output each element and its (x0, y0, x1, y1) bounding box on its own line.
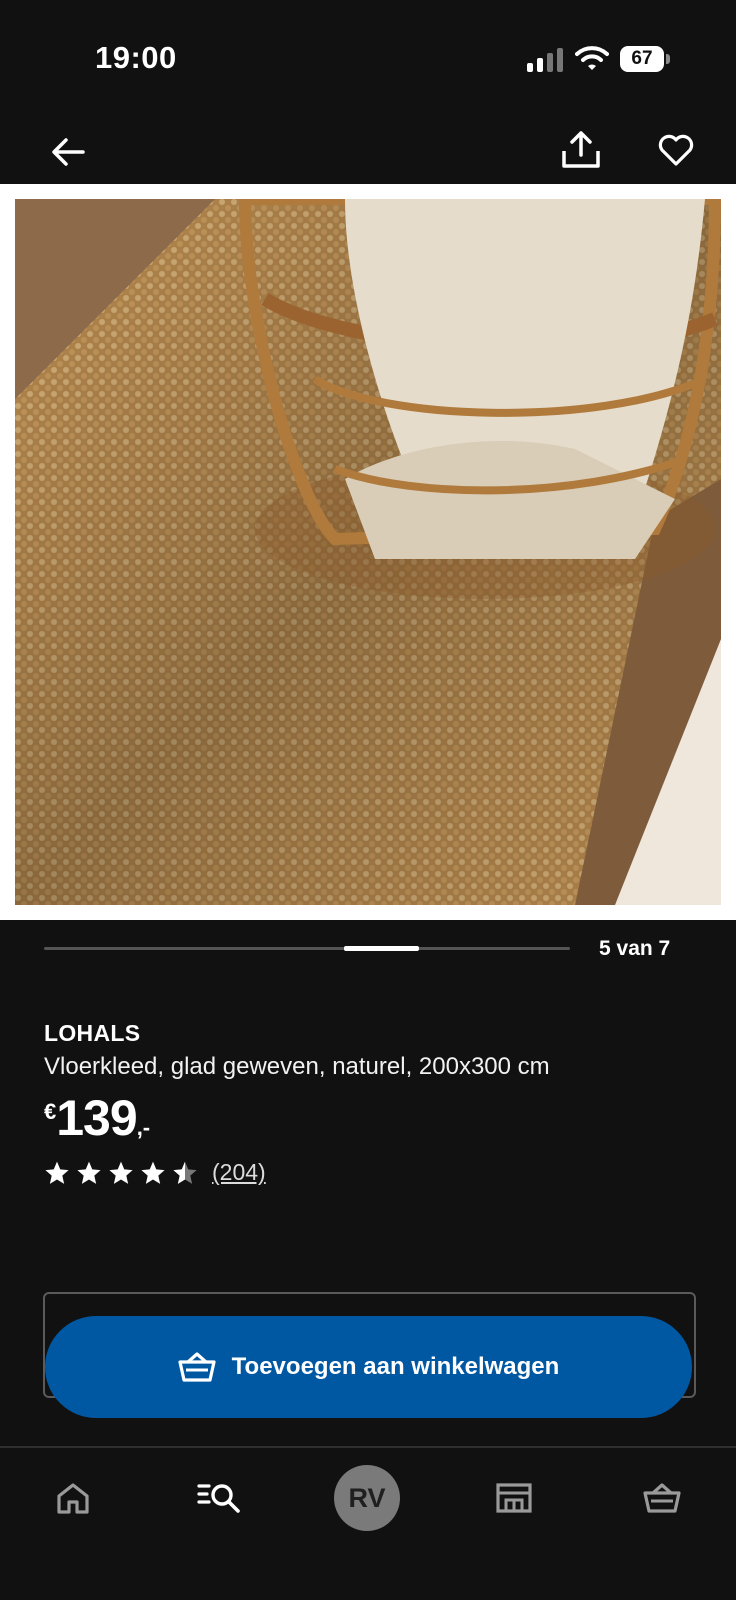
tab-cart[interactable] (626, 1462, 698, 1534)
back-arrow-icon (52, 138, 85, 166)
tab-store[interactable] (478, 1462, 550, 1534)
status-time: 19:00 (95, 40, 177, 75)
carousel-track (44, 947, 570, 950)
price-currency: € (44, 1099, 57, 1124)
product-description: Vloerkleed, glad geweven, naturel, 200x3… (44, 1053, 550, 1080)
product-rating[interactable]: (204) (44, 1159, 704, 1186)
product-brand: LOHALS (44, 1020, 141, 1046)
home-icon (57, 1483, 89, 1514)
image-carousel-indicator: 5 van 7 (44, 937, 684, 970)
image-counter: 5 van 7 (599, 937, 671, 960)
price-suffix: ,- (136, 1115, 151, 1140)
profile-avatar: RV (334, 1465, 400, 1531)
star-icon (77, 1161, 101, 1184)
status-bar: 19:00 67 (0, 0, 736, 120)
product-image-frame (0, 184, 736, 920)
top-nav-bar (0, 120, 736, 184)
battery-level: 67 (620, 46, 664, 72)
favorite-button[interactable] (650, 124, 702, 176)
store-icon (496, 1483, 532, 1513)
product-image[interactable] (15, 199, 721, 905)
tab-search[interactable] (183, 1462, 255, 1534)
bottom-tab-bar: RV (0, 1448, 736, 1600)
add-to-cart-button[interactable]: Toevoegen aan winkelwagen (45, 1316, 692, 1418)
carousel-position (344, 946, 419, 951)
cellular-signal-icon (527, 48, 563, 72)
review-count-link[interactable]: (204) (212, 1159, 266, 1186)
basket-icon (178, 1352, 216, 1382)
back-button[interactable] (40, 128, 96, 176)
tab-profile[interactable]: RV (331, 1462, 403, 1534)
star-icon (45, 1161, 69, 1184)
search-icon (197, 1484, 240, 1513)
rating-stars (44, 1160, 198, 1186)
share-button[interactable] (555, 124, 607, 176)
product-info: LOHALS Vloerkleed, glad geweven, naturel… (44, 1020, 704, 1186)
half-star-icon (173, 1161, 197, 1184)
cart-icon (643, 1483, 681, 1513)
share-icon (562, 131, 600, 168)
add-to-cart-label: Toevoegen aan winkelwagen (231, 1353, 560, 1380)
tab-home[interactable] (37, 1462, 109, 1534)
star-icon (109, 1161, 133, 1184)
price-amount: 139 (56, 1090, 137, 1146)
heart-icon (658, 134, 694, 166)
star-icon (141, 1161, 165, 1184)
battery-icon: 67 (620, 46, 670, 72)
wifi-icon (575, 44, 609, 72)
product-price: € 139 ,- (44, 1089, 704, 1147)
